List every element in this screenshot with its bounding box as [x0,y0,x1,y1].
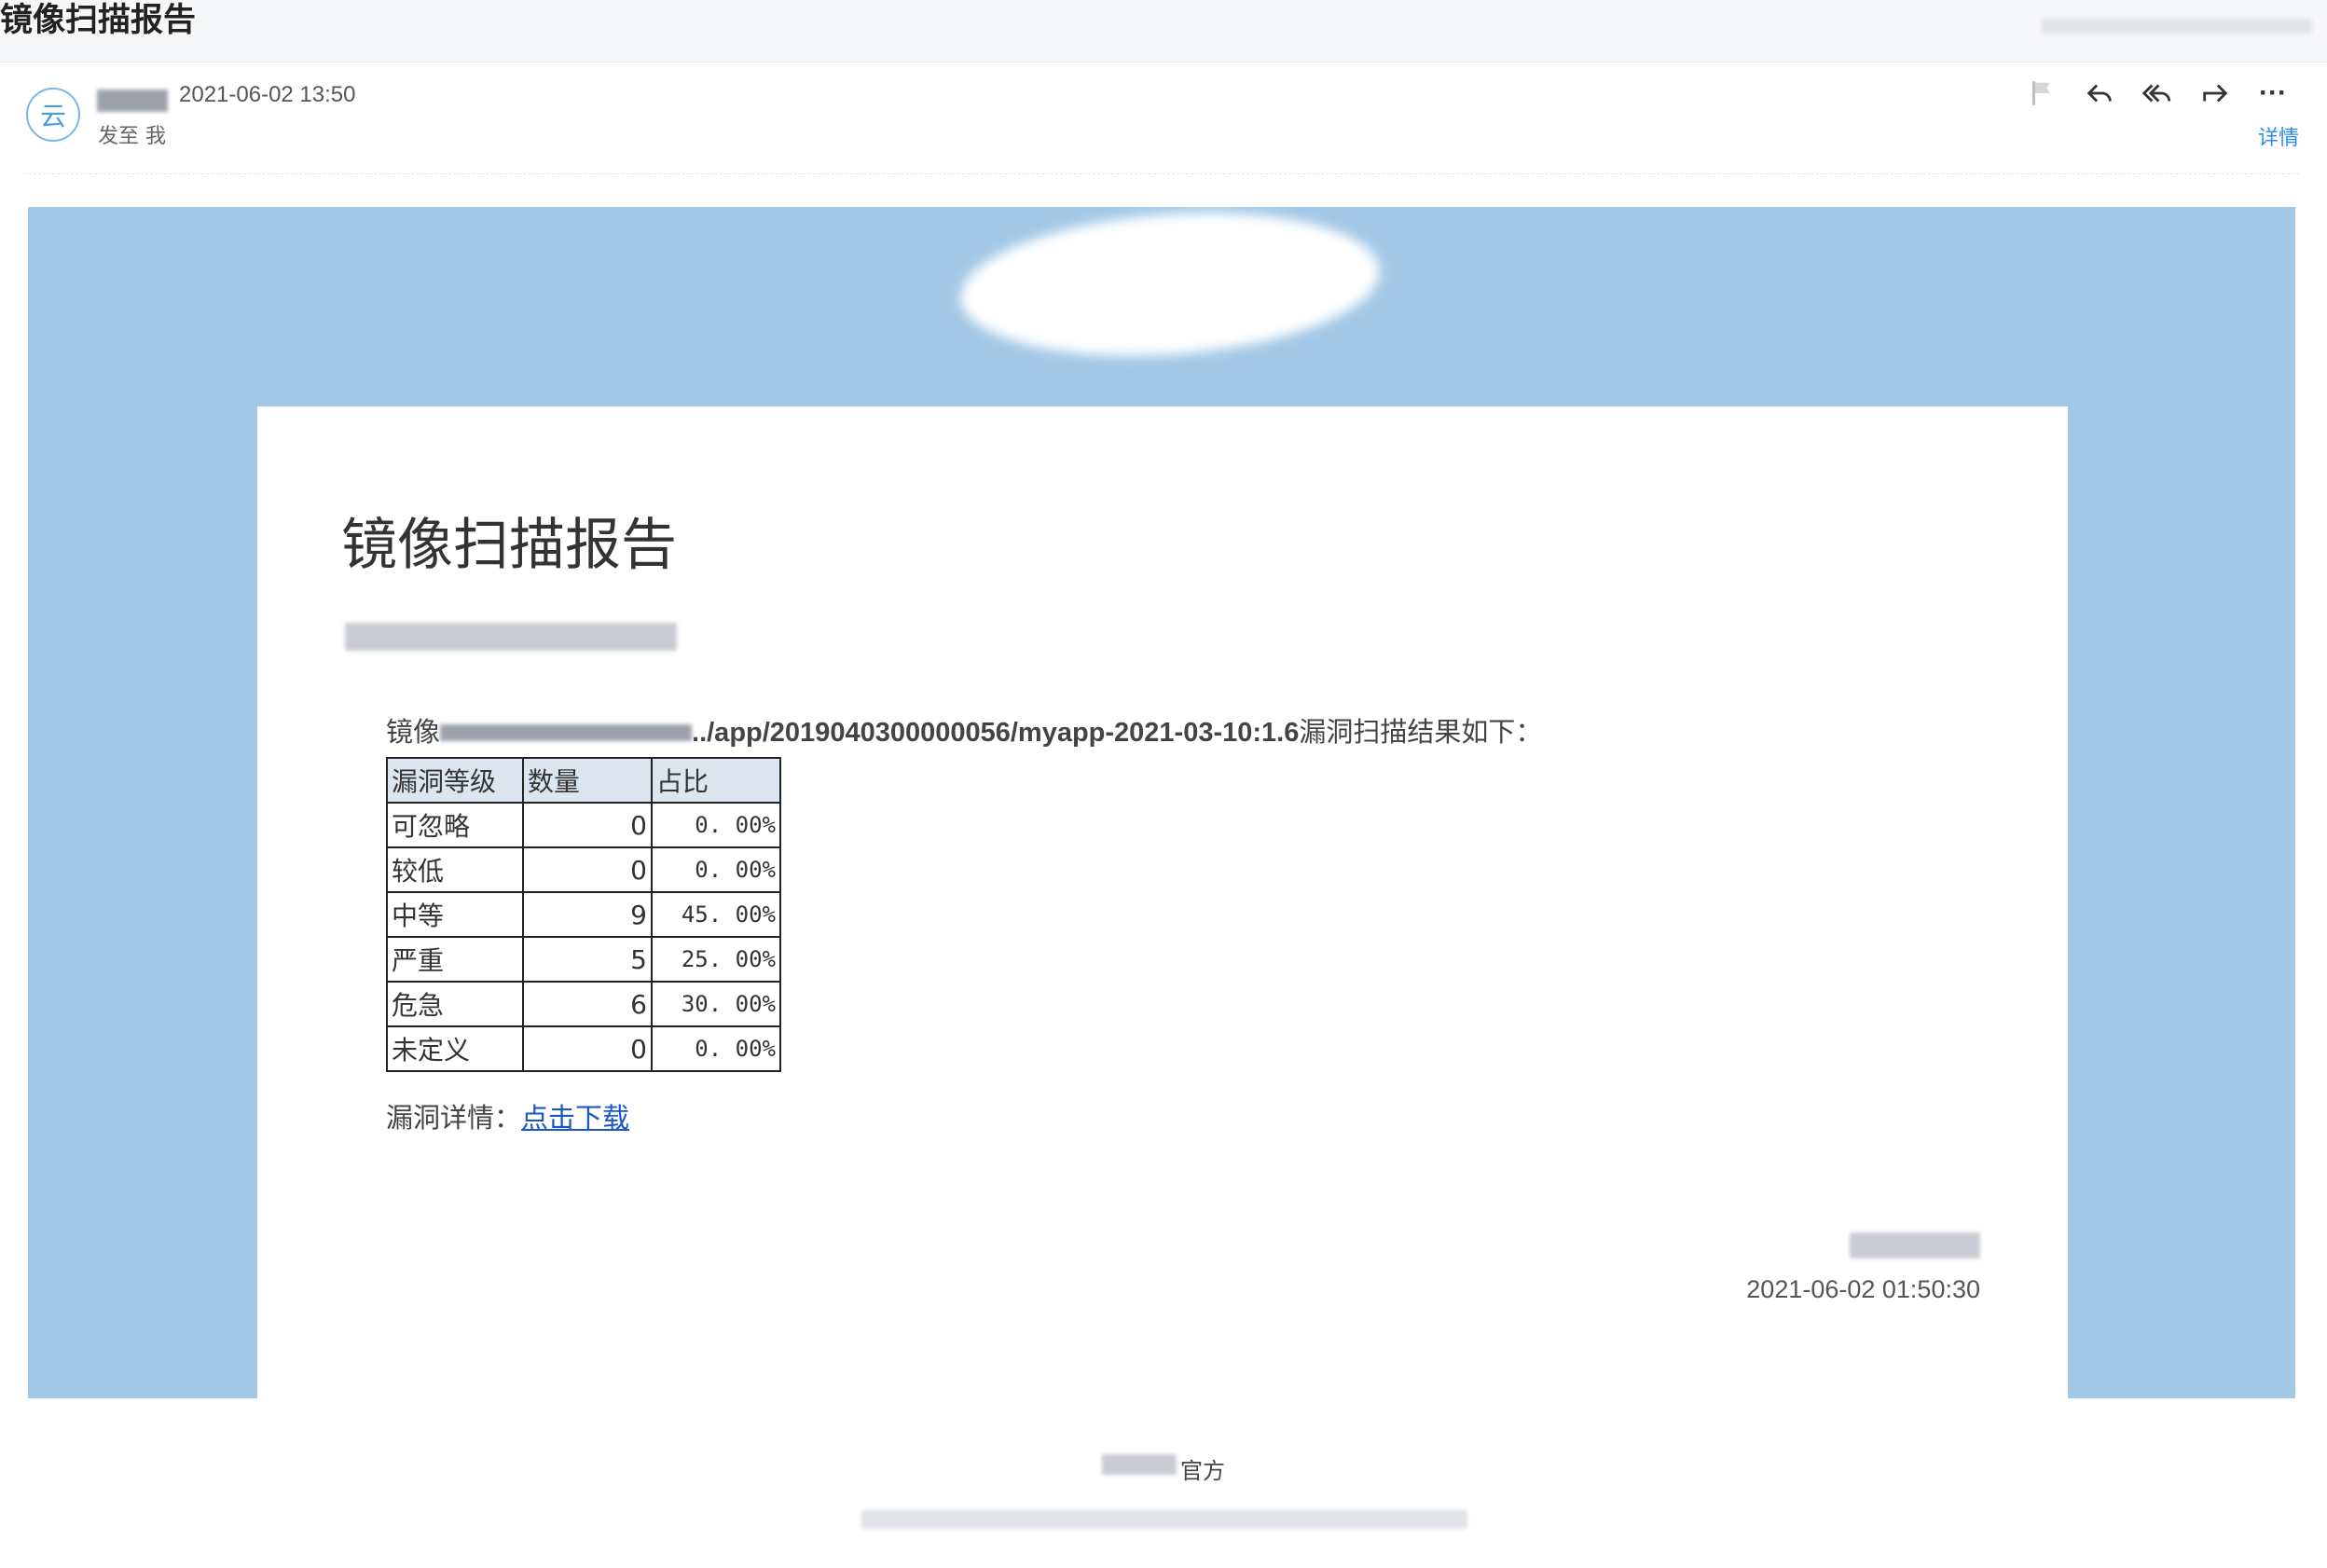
sent-time: 2021-06-02 13:50 [179,82,356,107]
ratio-cell: 0. 00% [651,802,781,848]
detail-label: 漏洞详情： [386,1102,522,1134]
table-row: 未定义 0 0. 00% [386,1025,781,1072]
forward-icon[interactable] [2198,76,2232,110]
redacted-registry [440,724,693,741]
detail-line: 漏洞详情：点击下载 [386,1096,629,1135]
table-row: 较低 0 0. 00% [386,846,781,893]
sender-avatar[interactable]: 云 [26,88,80,142]
count-cell: 6 [522,981,653,1027]
header-divider [24,173,2299,174]
header-level: 漏洞等级 [386,757,524,804]
reply-all-icon[interactable] [2141,76,2174,110]
redacted-signature [1850,1232,1980,1259]
details-link[interactable]: 详情 [2258,121,2299,151]
reply-icon[interactable] [2083,76,2116,110]
header-ratio: 占比 [651,757,781,804]
subject-bar: 镜像扫描报告 [0,0,2327,62]
mail-subject: 镜像扫描报告 [0,2,197,39]
report-title: 镜像扫描报告 [341,513,677,578]
message-toolbar: ··· [2025,76,2290,110]
ratio-cell: 30. 00% [651,981,781,1027]
vulnerability-table: 漏洞等级 数量 占比 可忽略 0 0. 00% 较低 0 0. 00% 中等 9… [386,757,781,1072]
level-cell: 较低 [386,846,524,893]
redacted-footer-line [861,1510,1467,1529]
recipient-label: 发至 我 [98,125,166,148]
count-cell: 9 [522,891,653,938]
footer-official: 官方 [1180,1452,1225,1485]
count-cell: 5 [522,936,653,983]
table-row: 严重 5 25. 00% [386,936,781,983]
count-cell: 0 [522,1025,653,1072]
flag-icon[interactable] [2025,76,2058,110]
image-path: ../app/2019040300000056/myapp-2021-03-10… [692,718,1300,748]
count-cell: 0 [522,802,653,848]
ratio-cell: 45. 00% [651,891,781,938]
table-header-row: 漏洞等级 数量 占比 [386,757,781,804]
download-link[interactable]: 点击下载 [521,1102,629,1134]
ratio-cell: 0. 00% [651,1025,781,1072]
level-cell: 中等 [386,891,524,938]
redacted-sender-name [97,89,168,112]
intro-prefix: 镜像 [386,716,441,748]
report-intro: 镜像 ../app/2019040300000056/myapp-2021-03-… [386,710,1542,750]
level-cell: 可忽略 [386,802,524,848]
redacted-greeting [345,623,677,651]
ratio-cell: 0. 00% [651,846,781,893]
level-cell: 严重 [386,936,524,983]
header-count: 数量 [522,757,653,804]
table-row: 可忽略 0 0. 00% [386,802,781,848]
intro-suffix: 漏洞扫描结果如下： [1299,716,1543,748]
redacted-footer-name [1102,1454,1177,1475]
table-row: 中等 9 45. 00% [386,891,781,938]
table-row: 危急 6 30. 00% [386,981,781,1027]
more-icon[interactable]: ··· [2256,76,2290,110]
footer-official-text: 官方 [1180,1458,1225,1484]
ratio-cell: 25. 00% [651,936,781,983]
level-cell: 危急 [386,981,524,1027]
redacted-top-right [2042,19,2312,34]
level-cell: 未定义 [386,1025,524,1072]
count-cell: 0 [522,846,653,893]
report-time: 2021-06-02 01:50:30 [1746,1275,1980,1303]
